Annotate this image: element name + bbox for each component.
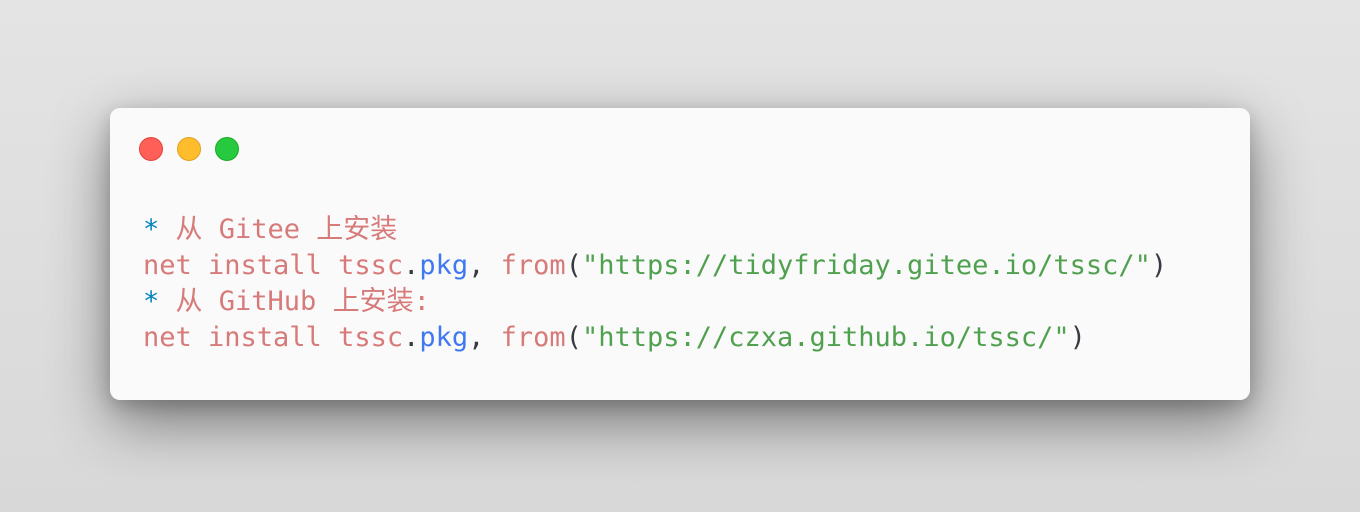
code-line-command: net install tssc.pkg, from("https://tidy… bbox=[143, 248, 1167, 284]
code-line-command: net install tssc.pkg, from("https://czxa… bbox=[143, 320, 1167, 356]
comment-text: 从 GitHub 上安装: bbox=[159, 286, 430, 317]
command-text: net install tssc bbox=[143, 250, 404, 281]
url-string: "https://tidyfriday.gitee.io/tssc/" bbox=[581, 250, 1151, 281]
window-controls bbox=[139, 137, 239, 161]
minimize-button[interactable] bbox=[177, 137, 201, 161]
property-name: pkg bbox=[419, 250, 469, 281]
open-paren: ( bbox=[565, 250, 582, 281]
comment-star: * bbox=[143, 286, 160, 317]
command-text: net install tssc bbox=[143, 322, 404, 353]
option-name: from bbox=[500, 322, 566, 353]
close-paren: ) bbox=[1069, 322, 1086, 353]
dot-punctuation: . bbox=[403, 322, 420, 353]
code-line-comment: * 从 Gitee 上安装 bbox=[143, 212, 1167, 248]
open-paren: ( bbox=[565, 322, 582, 353]
url-string: "https://czxa.github.io/tssc/" bbox=[581, 322, 1070, 353]
close-button[interactable] bbox=[139, 137, 163, 161]
property-name: pkg bbox=[419, 322, 469, 353]
code-window: * 从 Gitee 上安装 net install tssc.pkg, from(… bbox=[110, 108, 1250, 400]
close-paren: ) bbox=[1150, 250, 1168, 281]
option-name: from bbox=[500, 250, 566, 281]
comment-text: 从 Gitee 上安装 bbox=[159, 214, 398, 245]
maximize-button[interactable] bbox=[215, 137, 239, 161]
comment-star: * bbox=[143, 214, 160, 245]
dot-punctuation: . bbox=[403, 250, 420, 281]
comma-punctuation: , bbox=[468, 322, 501, 353]
code-line-comment: * 从 GitHub 上安装: bbox=[143, 284, 1167, 320]
code-block: * 从 Gitee 上安装 net install tssc.pkg, from(… bbox=[143, 212, 1167, 356]
comma-punctuation: , bbox=[468, 250, 501, 281]
